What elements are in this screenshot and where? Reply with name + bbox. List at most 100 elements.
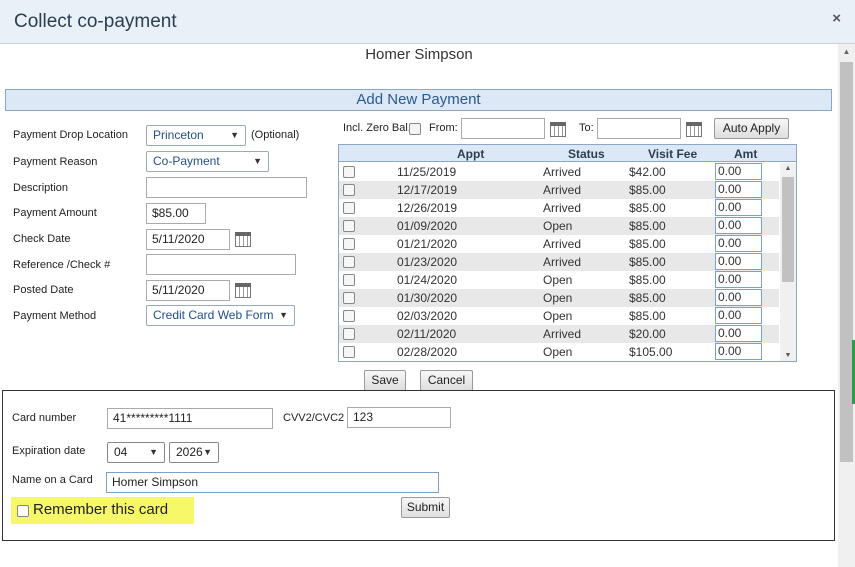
- name-on-card-input[interactable]: Homer Simpson: [106, 472, 439, 493]
- incl-zero-checkbox[interactable]: [409, 123, 421, 135]
- row-checkbox[interactable]: [343, 256, 355, 268]
- from-date-input[interactable]: [461, 118, 545, 139]
- visit-fee-cell: $85.00: [629, 309, 666, 323]
- save-button[interactable]: Save: [364, 370, 406, 391]
- visit-fee-cell: $85.00: [629, 201, 666, 215]
- appt-date-cell: 02/28/2020: [397, 345, 458, 359]
- chevron-down-icon: ▼: [230, 130, 239, 140]
- table-row[interactable]: 12/26/2019 Arrived $85.00 0.00: [339, 199, 779, 217]
- remember-card-checkbox[interactable]: [17, 505, 29, 517]
- table-row[interactable]: 11/25/2019 Arrived $42.00 0.00: [339, 163, 779, 181]
- row-checkbox[interactable]: [343, 202, 355, 214]
- table-row[interactable]: 01/30/2020 Open $85.00 0.00: [339, 289, 779, 307]
- name-on-card-label: Name on a Card: [12, 474, 93, 486]
- chevron-down-icon: ▼: [279, 310, 288, 320]
- table-row[interactable]: 02/03/2020 Open $85.00 0.00: [339, 307, 779, 325]
- card-number-input[interactable]: 41*********1111: [107, 408, 273, 429]
- remember-card-highlight: Remember this card: [11, 497, 194, 524]
- table-row[interactable]: 01/21/2020 Arrived $85.00 0.00: [339, 235, 779, 253]
- column-header-visit-fee[interactable]: Visit Fee: [648, 147, 697, 161]
- table-row[interactable]: 01/09/2020 Open $85.00 0.00: [339, 217, 779, 235]
- amount-input[interactable]: 0.00: [715, 325, 762, 342]
- remember-card-label[interactable]: Remember this card: [33, 501, 168, 518]
- visit-fee-cell: $20.00: [629, 327, 666, 341]
- expiration-month-select[interactable]: 04 ▼: [107, 442, 165, 463]
- cancel-button[interactable]: Cancel: [420, 370, 473, 391]
- amount-input[interactable]: 0.00: [715, 271, 762, 288]
- optional-note: (Optional): [251, 129, 300, 141]
- appt-date-cell: 12/26/2019: [397, 201, 458, 215]
- to-date-input[interactable]: [597, 118, 681, 139]
- check-date-input[interactable]: 5/11/2020: [146, 229, 230, 250]
- amount-input[interactable]: 0.00: [715, 289, 762, 306]
- scroll-up-arrow-icon[interactable]: ▲: [838, 44, 855, 60]
- status-cell: Arrived: [543, 327, 582, 341]
- status-cell: Open: [543, 219, 573, 233]
- expiration-year-value: 2026: [176, 445, 203, 459]
- dialog-scrollbar[interactable]: ▲: [838, 44, 855, 567]
- grid-scrollbar[interactable]: ▲ ▼: [780, 163, 796, 361]
- grid-scroll-thumb[interactable]: [782, 177, 794, 282]
- description-label: Description: [13, 182, 69, 194]
- amount-input[interactable]: 0.00: [715, 235, 762, 252]
- row-checkbox[interactable]: [343, 274, 355, 286]
- expiration-label: Expiration date: [12, 445, 86, 457]
- reference-label: Reference /Check #: [13, 259, 111, 271]
- calendar-icon[interactable]: [235, 283, 251, 298]
- appt-date-cell: 01/09/2020: [397, 219, 458, 233]
- visit-fee-cell: $85.00: [629, 237, 666, 251]
- amount-input[interactable]: 0.00: [715, 253, 762, 270]
- submit-button[interactable]: Submit: [401, 497, 450, 518]
- table-row[interactable]: 12/17/2019 Arrived $85.00 0.00: [339, 181, 779, 199]
- column-header-appt[interactable]: Appt: [457, 147, 484, 161]
- table-row[interactable]: 01/23/2020 Arrived $85.00 0.00: [339, 253, 779, 271]
- amount-input[interactable]: 0.00: [715, 217, 762, 234]
- posted-date-input[interactable]: 5/11/2020: [146, 280, 230, 301]
- row-checkbox[interactable]: [343, 238, 355, 250]
- patient-name: Homer Simpson: [365, 46, 473, 63]
- row-checkbox[interactable]: [343, 292, 355, 304]
- row-checkbox[interactable]: [343, 166, 355, 178]
- calendar-icon[interactable]: [550, 122, 566, 137]
- amount-input[interactable]: 0.00: [715, 199, 762, 216]
- posted-date-label: Posted Date: [13, 284, 74, 296]
- appt-date-cell: 01/30/2020: [397, 291, 458, 305]
- row-checkbox[interactable]: [343, 346, 355, 358]
- expiration-month-value: 04: [114, 445, 128, 459]
- amount-input[interactable]: 0.00: [715, 163, 762, 180]
- auto-apply-button[interactable]: Auto Apply: [714, 118, 789, 139]
- column-header-amt[interactable]: Amt: [734, 147, 757, 161]
- drop-location-select[interactable]: Princeton ▼: [146, 125, 246, 146]
- section-header: Add New Payment: [5, 89, 832, 111]
- visit-fee-cell: $85.00: [629, 219, 666, 233]
- appt-date-cell: 01/23/2020: [397, 255, 458, 269]
- payment-reason-select[interactable]: Co-Payment ▼: [146, 151, 269, 172]
- appt-date-cell: 11/25/2019: [397, 165, 457, 179]
- row-checkbox[interactable]: [343, 220, 355, 232]
- amount-input[interactable]: 0.00: [715, 181, 762, 198]
- calendar-icon[interactable]: [686, 122, 702, 137]
- drop-location-value: Princeton: [153, 128, 204, 142]
- amount-input[interactable]: 0.00: [715, 343, 762, 360]
- scroll-up-arrow-icon[interactable]: ▲: [780, 165, 796, 172]
- scroll-down-arrow-icon[interactable]: ▼: [780, 352, 796, 359]
- description-input[interactable]: [146, 177, 307, 198]
- table-row[interactable]: 01/24/2020 Open $85.00 0.00: [339, 271, 779, 289]
- appt-date-cell: 01/21/2020: [397, 237, 458, 251]
- payment-amount-input[interactable]: $85.00: [146, 203, 206, 224]
- expiration-year-select[interactable]: 2026 ▼: [169, 442, 219, 463]
- payment-reason-label: Payment Reason: [13, 156, 98, 168]
- calendar-icon[interactable]: [235, 232, 251, 247]
- table-row[interactable]: 02/11/2020 Arrived $20.00 0.00: [339, 325, 779, 343]
- table-row[interactable]: 02/28/2020 Open $105.00 0.00: [339, 343, 779, 361]
- row-checkbox[interactable]: [343, 310, 355, 322]
- close-icon[interactable]: ×: [832, 10, 841, 27]
- reference-input[interactable]: [146, 254, 296, 275]
- cvv-input[interactable]: 123: [347, 407, 451, 428]
- column-header-status[interactable]: Status: [568, 147, 605, 161]
- payment-method-select[interactable]: Credit Card Web Form ▼: [146, 305, 295, 326]
- row-checkbox[interactable]: [343, 184, 355, 196]
- visit-fee-cell: $85.00: [629, 291, 666, 305]
- amount-input[interactable]: 0.00: [715, 307, 762, 324]
- row-checkbox[interactable]: [343, 328, 355, 340]
